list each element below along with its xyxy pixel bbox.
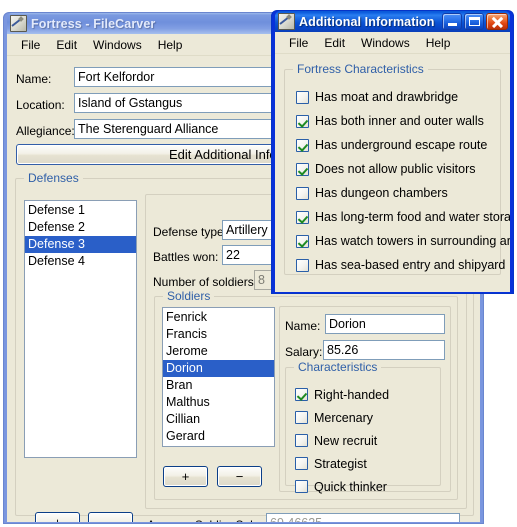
fortress-characteristic-shipyard[interactable]: Has sea-based entry and shipyard <box>296 253 505 277</box>
list-item[interactable]: Jerome <box>163 343 274 360</box>
dialog-body: File Edit Windows Help Fortress Characte… <box>275 32 510 292</box>
checkbox-label: Has watch towers in surrounding area <box>315 234 510 248</box>
fortress-characteristics-title: Fortress Characteristics <box>293 62 428 76</box>
list-item[interactable]: Malthus <box>163 394 274 411</box>
checkbox-label: Strategist <box>314 456 367 471</box>
soldier-name-label: Name: <box>285 319 321 333</box>
defenses-listbox[interactable]: Defense 1 Defense 2 Defense 3 Defense 4 <box>24 200 137 458</box>
app-notepad-icon <box>278 13 295 30</box>
list-item[interactable]: Defense 1 <box>25 202 136 219</box>
checkbox-label: Quick thinker <box>314 479 387 494</box>
fortress-characteristic-no-public-visitors[interactable]: Does not allow public visitors <box>296 157 501 181</box>
number-of-soldiers-label: Number of soldiers: <box>153 275 258 289</box>
checkbox-label: Has both inner and outer walls <box>315 114 484 128</box>
defense-add-button[interactable]: + <box>35 512 80 522</box>
checkbox-icon[interactable] <box>295 480 308 493</box>
soldier-salary-input[interactable] <box>323 340 445 360</box>
soldier-add-button[interactable]: + <box>163 466 208 487</box>
list-item[interactable]: Francis <box>163 326 274 343</box>
checkbox-label: Does not allow public visitors <box>315 162 476 176</box>
window-controls[interactable] <box>442 13 508 30</box>
list-item[interactable]: Defense 2 <box>25 219 136 236</box>
defense-remove-button[interactable]: − <box>88 512 133 522</box>
menu-windows[interactable]: Windows <box>85 36 150 54</box>
checkbox-icon[interactable] <box>296 138 309 152</box>
menu-edit[interactable]: Edit <box>48 36 85 54</box>
defenses-group-title: Defenses <box>24 171 83 185</box>
list-item[interactable]: Defense 4 <box>25 253 136 270</box>
list-item[interactable]: Dorion <box>163 360 274 377</box>
dialog-menubar[interactable]: File Edit Windows Help <box>275 32 510 54</box>
fortress-characteristic-dungeon[interactable]: Has dungeon chambers <box>296 181 501 205</box>
fortress-characteristic-watch-towers[interactable]: Has watch towers in surrounding area <box>296 229 510 253</box>
checkbox-label: Right-handed <box>314 387 390 402</box>
menu-help[interactable]: Help <box>150 36 191 54</box>
soldier-characteristics-list: Right-handed Mercenary New recruit Strat… <box>295 383 445 498</box>
fortress-characteristic-food-storage[interactable]: Has long-term food and water storage <box>296 205 510 229</box>
checkbox-icon[interactable] <box>296 90 309 104</box>
characteristic-quick-thinker[interactable]: Quick thinker <box>295 475 445 498</box>
dialog-menu-windows[interactable]: Windows <box>353 34 418 52</box>
checkbox-label: Has long-term food and water storage <box>315 210 510 224</box>
checkbox-icon[interactable] <box>296 234 309 248</box>
dialog-title: Additional Information <box>299 14 435 29</box>
dialog-titlebar[interactable]: Additional Information <box>275 11 510 32</box>
defense-type-label: Defense type: <box>153 225 228 239</box>
soldier-characteristics-title: Characteristics <box>294 360 382 374</box>
checkbox-label: Has sea-based entry and shipyard <box>315 258 506 272</box>
soldier-salary-label: Salary: <box>285 345 323 359</box>
checkbox-label: Has moat and drawbridge <box>315 90 459 104</box>
close-icon[interactable] <box>486 13 508 30</box>
characteristic-mercenary[interactable]: Mercenary <box>295 406 445 429</box>
location-label: Location: <box>16 98 65 112</box>
list-item[interactable]: Gerard <box>163 428 274 445</box>
maximize-icon[interactable] <box>464 13 484 30</box>
soldier-name-input[interactable] <box>325 314 445 334</box>
battles-won-label: Battles won: <box>153 250 219 264</box>
checkbox-icon[interactable] <box>295 411 308 424</box>
checkbox-icon[interactable] <box>295 434 308 447</box>
characteristic-right-handed[interactable]: Right-handed <box>295 383 445 406</box>
fortress-characteristics-list: Has moat and drawbridge Has both inner a… <box>296 85 510 277</box>
dialog-menu-help[interactable]: Help <box>418 34 459 52</box>
soldiers-listbox[interactable]: Fenrick Francis Jerome Dorion Bran Malth… <box>162 307 275 447</box>
soldier-remove-button[interactable]: − <box>217 466 262 487</box>
fortress-characteristic-walls[interactable]: Has both inner and outer walls <box>296 109 501 133</box>
average-salary-input <box>266 513 460 522</box>
checkbox-icon[interactable] <box>296 162 309 176</box>
checkbox-icon[interactable] <box>295 457 308 470</box>
allegiance-label: Allegiance: <box>16 124 75 138</box>
characteristic-new-recruit[interactable]: New recruit <box>295 429 445 452</box>
dialog-menu-edit[interactable]: Edit <box>316 34 353 52</box>
checkbox-icon[interactable] <box>295 388 308 401</box>
soldiers-group-title: Soldiers <box>163 289 215 303</box>
list-item[interactable]: Bran <box>163 377 274 394</box>
additional-information-window[interactable]: Additional Information File Edit Windows… <box>271 10 514 294</box>
checkbox-label: Mercenary <box>314 410 374 425</box>
minimize-icon[interactable] <box>442 13 462 30</box>
app-notepad-icon <box>10 15 27 32</box>
average-salary-label: Average Soldier Salary: <box>147 518 273 522</box>
list-item[interactable]: Cillian <box>163 411 274 428</box>
checkbox-icon[interactable] <box>296 186 309 200</box>
checkbox-label: New recruit <box>314 433 378 448</box>
checkbox-label: Has underground escape route <box>315 138 488 152</box>
checkbox-icon[interactable] <box>296 258 309 272</box>
name-label: Name: <box>16 72 52 86</box>
fortress-characteristic-escape-route[interactable]: Has underground escape route <box>296 133 501 157</box>
checkbox-label: Has dungeon chambers <box>315 186 448 200</box>
characteristic-strategist[interactable]: Strategist <box>295 452 445 475</box>
menu-file[interactable]: File <box>13 36 48 54</box>
list-item[interactable]: Fenrick <box>163 309 274 326</box>
dialog-menu-file[interactable]: File <box>281 34 316 52</box>
checkbox-icon[interactable] <box>296 210 309 224</box>
checkbox-icon[interactable] <box>296 114 309 128</box>
fortress-characteristic-moat[interactable]: Has moat and drawbridge <box>296 85 501 109</box>
list-item[interactable]: Defense 3 <box>25 236 136 253</box>
